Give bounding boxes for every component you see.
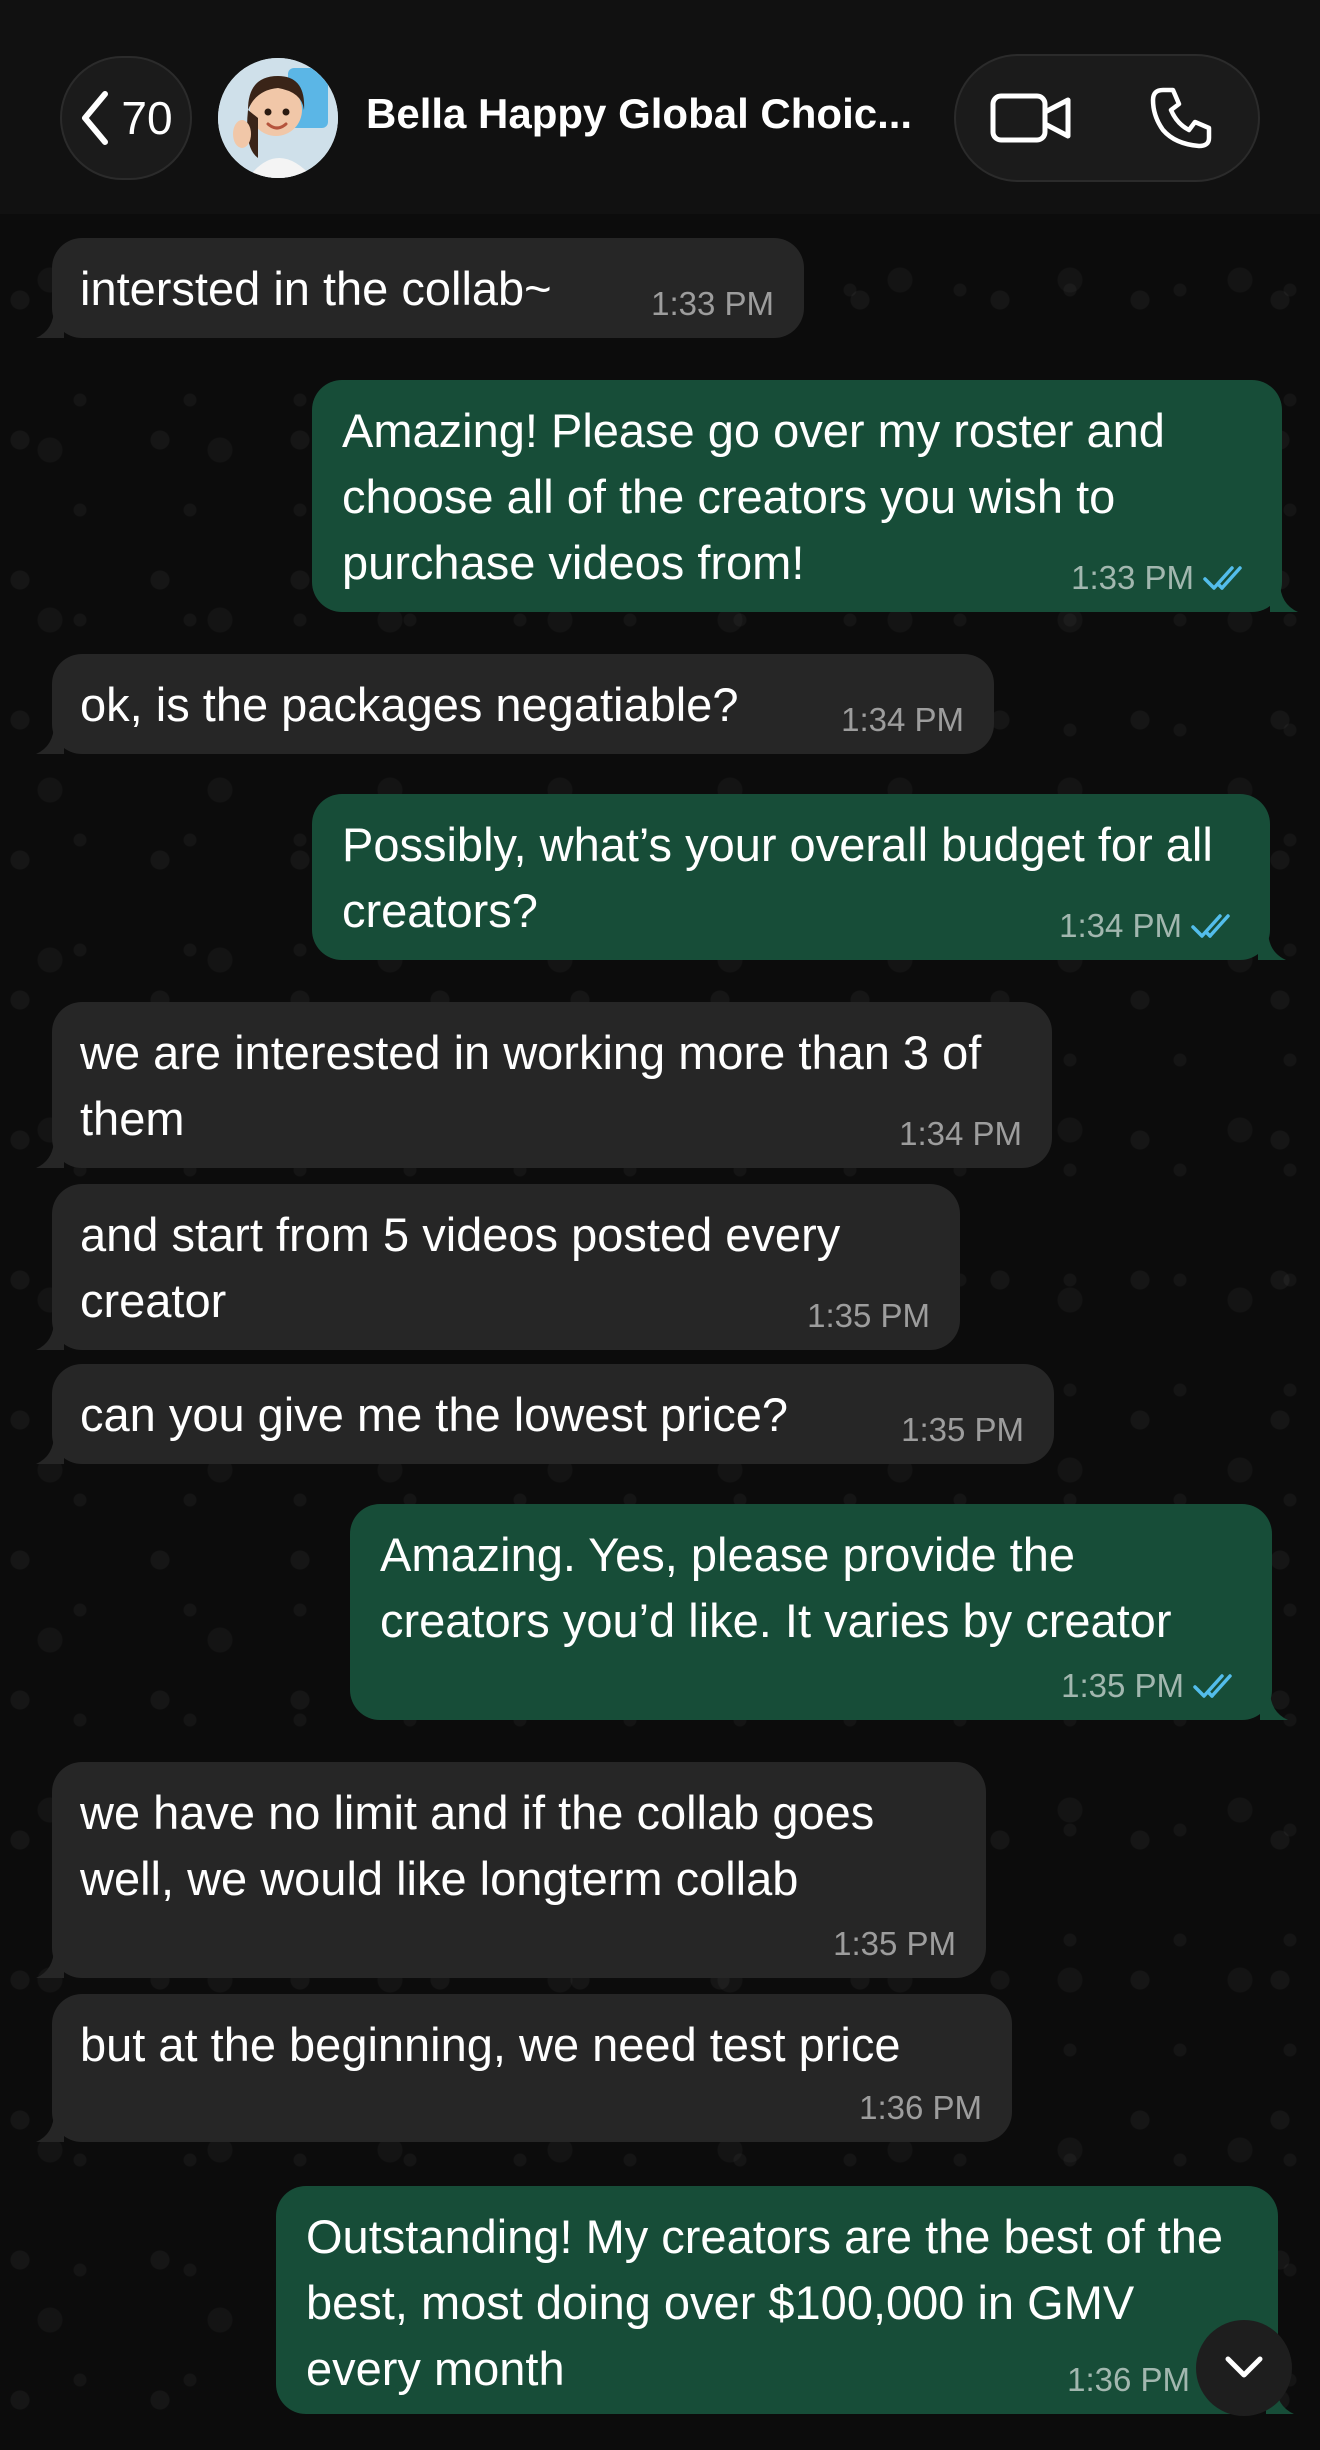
message-text: intersted in the collab~ [80,262,552,315]
video-call-button[interactable] [956,56,1106,180]
contact-name[interactable]: Bella Happy Global Choic... [366,90,926,138]
double-check-icon [1193,1674,1232,1698]
message-meta: 1:34 PM [841,700,964,740]
read-receipt [1192,1671,1242,1701]
phone-icon [1150,87,1212,149]
bubble-tail [36,1434,64,1464]
message-time: 1:34 PM [841,701,964,738]
incoming-message-bubble[interactable]: we are interested in working more than 3… [36,1002,1052,1168]
bubble-tail [1258,930,1286,960]
bubble-tail [36,308,64,338]
message-time: 1:35 PM [807,1297,930,1334]
incoming-message-bubble[interactable]: we have no limit and if the collab goes … [36,1762,986,1978]
back-button[interactable]: 70 [60,56,192,180]
incoming-message-bubble[interactable]: intersted in the collab~ 1:33 PM [36,238,804,338]
message-text: ok, is the packages negatiable? [80,678,739,731]
message-text: and start from 5 videos posted every cre… [80,1208,841,1327]
read-receipt [1202,563,1252,593]
read-receipt [1190,911,1240,941]
double-check-icon [1203,566,1242,590]
video-camera-icon [990,93,1071,143]
voice-call-button[interactable] [1106,56,1256,180]
message-meta: 1:35 PM [833,1924,956,1964]
scroll-to-bottom-button[interactable] [1196,2320,1292,2416]
message-time: 1:33 PM [1071,559,1194,596]
bubble-tail [1260,1690,1288,1720]
message-text: we are interested in working more than 3… [80,1026,982,1145]
incoming-message-bubble[interactable]: and start from 5 videos posted every cre… [36,1184,960,1350]
message-meta: 1:33 PM [1071,558,1252,598]
bubble-tail [36,1138,64,1168]
incoming-message-bubble[interactable]: but at the beginning, we need test price… [36,1994,1012,2142]
message-meta: 1:35 PM [1061,1666,1242,1706]
avatar-image [218,58,338,178]
outgoing-message-bubble[interactable]: Outstanding! My creators are the best of… [276,2186,1294,2414]
message-meta: 1:35 PM [901,1410,1024,1450]
message-time: 1:35 PM [901,1411,1024,1448]
incoming-message-bubble[interactable]: can you give me the lowest price? 1:35 PM [36,1364,1054,1464]
message-text: can you give me the lowest price? [80,1388,788,1441]
bubble-tail [36,724,64,754]
message-time: 1:36 PM [1067,2361,1190,2398]
chevron-down-icon [1225,2356,1263,2378]
double-check-icon [1191,914,1230,938]
bubble-tail [36,2112,64,2142]
message-meta: 1:34 PM [1059,906,1240,946]
message-meta: 1:36 PM [859,2088,982,2128]
incoming-message-bubble[interactable]: ok, is the packages negatiable? 1:34 PM [36,654,994,754]
message-meta: 1:33 PM [651,284,774,324]
unread-count: 70 [121,92,173,144]
message-time: 1:36 PM [859,2089,982,2126]
message-time: 1:34 PM [1059,907,1182,944]
message-time: 1:34 PM [899,1115,1022,1152]
message-text: but at the beginning, we need test price [80,2018,901,2071]
chat-header: 70 Bella Happy Global Choic... [0,0,1320,214]
message-time: 1:33 PM [651,285,774,322]
message-time: 1:35 PM [833,1925,956,1962]
bubble-tail [1270,582,1298,612]
message-time: 1:35 PM [1061,1667,1184,1704]
outgoing-message-bubble[interactable]: Amazing. Yes, please provide the creator… [350,1504,1288,1720]
call-actions [954,54,1260,182]
outgoing-message-bubble[interactable]: Amazing! Please go over my roster and ch… [312,380,1298,612]
outgoing-message-bubble[interactable]: Possibly, what’s your overall budget for… [312,794,1286,960]
message-meta: 1:35 PM [807,1296,930,1336]
message-text: Amazing. Yes, please provide the creator… [380,1528,1172,1647]
bubble-tail [36,1320,64,1350]
chevron-left-icon [82,91,109,145]
bubble-tail [36,1948,64,1978]
message-text: we have no limit and if the collab goes … [80,1786,875,1905]
avatar[interactable] [218,58,338,178]
message-meta: 1:34 PM [899,1114,1022,1154]
